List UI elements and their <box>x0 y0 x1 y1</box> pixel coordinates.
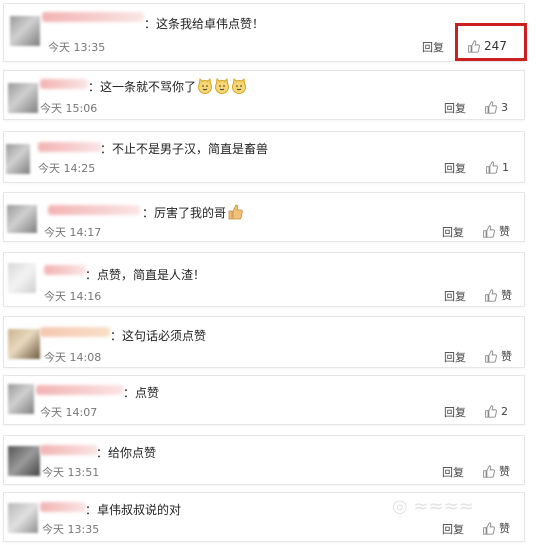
thumbs-up-icon <box>485 404 497 418</box>
thumbs-up-emoji <box>228 204 243 220</box>
like-count: 3 <box>501 100 508 114</box>
avatar[interactable] <box>8 83 38 113</box>
thumbs-up-icon <box>486 160 498 174</box>
comment-text: ：不止不是男子汉，简直是畜兽 <box>100 142 269 156</box>
comment-card: ：点赞，简直是人渣！ 今天 14:16 回复 赞 <box>3 252 525 307</box>
thumbs-up-icon <box>485 349 497 363</box>
comment-time: 今天 14:08 <box>44 351 102 364</box>
comment-text: ：这一条就不骂你了 <box>88 78 247 95</box>
comment-card: ：这句话必须点赞 今天 14:08 回复 赞 <box>3 316 525 368</box>
comment-time: 今天 13:51 <box>42 466 100 479</box>
comment-card: ：厉害了我的哥 今天 14:17 回复 赞 <box>3 192 525 242</box>
reply-button[interactable]: 回复 <box>444 404 466 420</box>
comment-card: ：给你点赞 今天 13:51 回复 赞 <box>3 435 525 485</box>
comment-text: ：点赞，简直是人渣！ <box>85 268 206 282</box>
thumbs-up-icon <box>483 521 495 535</box>
like-button[interactable]: 1 <box>485 158 509 176</box>
reply-button[interactable]: 回复 <box>444 160 466 176</box>
like-count: 赞 <box>501 350 512 363</box>
like-count: 赞 <box>501 289 512 302</box>
comment-time: 今天 15:06 <box>40 102 98 115</box>
comment-text: ：给你点赞 <box>96 446 157 460</box>
username-blurred[interactable] <box>36 385 124 395</box>
like-button[interactable]: 赞 <box>482 222 510 240</box>
like-count: 赞 <box>499 522 510 535</box>
comment-text: ：这条我给卓伟点赞！ <box>144 17 265 31</box>
avatar[interactable] <box>8 503 38 533</box>
like-count: 赞 <box>499 225 510 238</box>
like-count: 2 <box>501 404 508 418</box>
thumbs-up-icon <box>485 100 497 114</box>
comment-card: ：这一条就不骂你了 今天 15:06 回复 3 <box>3 70 525 120</box>
comment-time: 今天 14:07 <box>40 406 98 419</box>
like-button[interactable]: 赞 <box>482 519 510 537</box>
comment-card: ：卓伟叔叔说的对 今天 13:35 回复 赞 <box>3 492 525 542</box>
reply-button[interactable]: 回复 <box>444 288 466 304</box>
cat-face-emoji <box>215 78 230 94</box>
username-blurred[interactable] <box>40 502 86 512</box>
comment-time: 今天 14:17 <box>44 226 102 239</box>
comment-time: 今天 13:35 <box>48 41 106 54</box>
like-button[interactable]: 3 <box>484 98 508 116</box>
reply-button[interactable]: 回复 <box>442 464 464 480</box>
username-blurred[interactable] <box>48 205 140 215</box>
comment-text: ：卓伟叔叔说的对 <box>85 503 182 517</box>
cat-face-emoji <box>198 78 213 94</box>
comment-text: ：点赞 <box>123 386 160 400</box>
reply-button[interactable]: 回复 <box>442 224 464 240</box>
username-blurred[interactable] <box>40 327 110 337</box>
highlight-box <box>455 23 527 61</box>
comment-time: 今天 14:16 <box>44 290 102 303</box>
comment-text-content: ：这一条就不骂你了 <box>88 80 197 94</box>
avatar[interactable] <box>8 384 34 414</box>
avatar[interactable] <box>10 16 40 46</box>
like-button[interactable]: 赞 <box>484 347 512 365</box>
username-blurred[interactable] <box>40 445 98 455</box>
like-button[interactable]: 赞 <box>484 286 512 304</box>
username-blurred[interactable] <box>44 265 86 275</box>
avatar[interactable] <box>8 263 36 293</box>
comment-card: ：不止不是男子汉，简直是畜兽 今天 14:25 回复 1 <box>3 131 525 183</box>
like-count: 1 <box>502 160 509 174</box>
reply-button[interactable]: 回复 <box>444 100 466 116</box>
username-blurred[interactable] <box>40 79 88 89</box>
thumbs-up-icon <box>483 464 495 478</box>
reply-button[interactable]: 回复 <box>422 39 444 55</box>
comment-text-content: ：厉害了我的哥 <box>142 206 227 220</box>
thumbs-up-icon <box>485 288 497 302</box>
avatar[interactable] <box>8 446 40 476</box>
avatar[interactable] <box>6 144 30 174</box>
comment-card: ：点赞 今天 14:07 回复 2 <box>3 375 525 425</box>
thumbs-up-icon <box>483 224 495 238</box>
like-button[interactable]: 2 <box>484 402 508 420</box>
avatar[interactable] <box>7 205 37 233</box>
like-count: 赞 <box>499 465 510 478</box>
username-blurred[interactable] <box>38 142 102 152</box>
username-blurred[interactable] <box>42 12 144 22</box>
comment-text: ：厉害了我的哥 <box>142 204 243 221</box>
comment-time: 今天 13:35 <box>42 523 100 536</box>
comment-card: ：这条我给卓伟点赞！ 今天 13:35 回复 247 <box>3 3 525 62</box>
reply-button[interactable]: 回复 <box>444 349 466 365</box>
comment-time: 今天 14:25 <box>38 162 96 175</box>
avatar[interactable] <box>8 329 40 359</box>
reply-button[interactable]: 回复 <box>442 521 464 537</box>
cat-face-emoji <box>232 78 247 94</box>
comment-text: ：这句话必须点赞 <box>110 329 207 343</box>
like-button[interactable]: 赞 <box>482 462 510 480</box>
